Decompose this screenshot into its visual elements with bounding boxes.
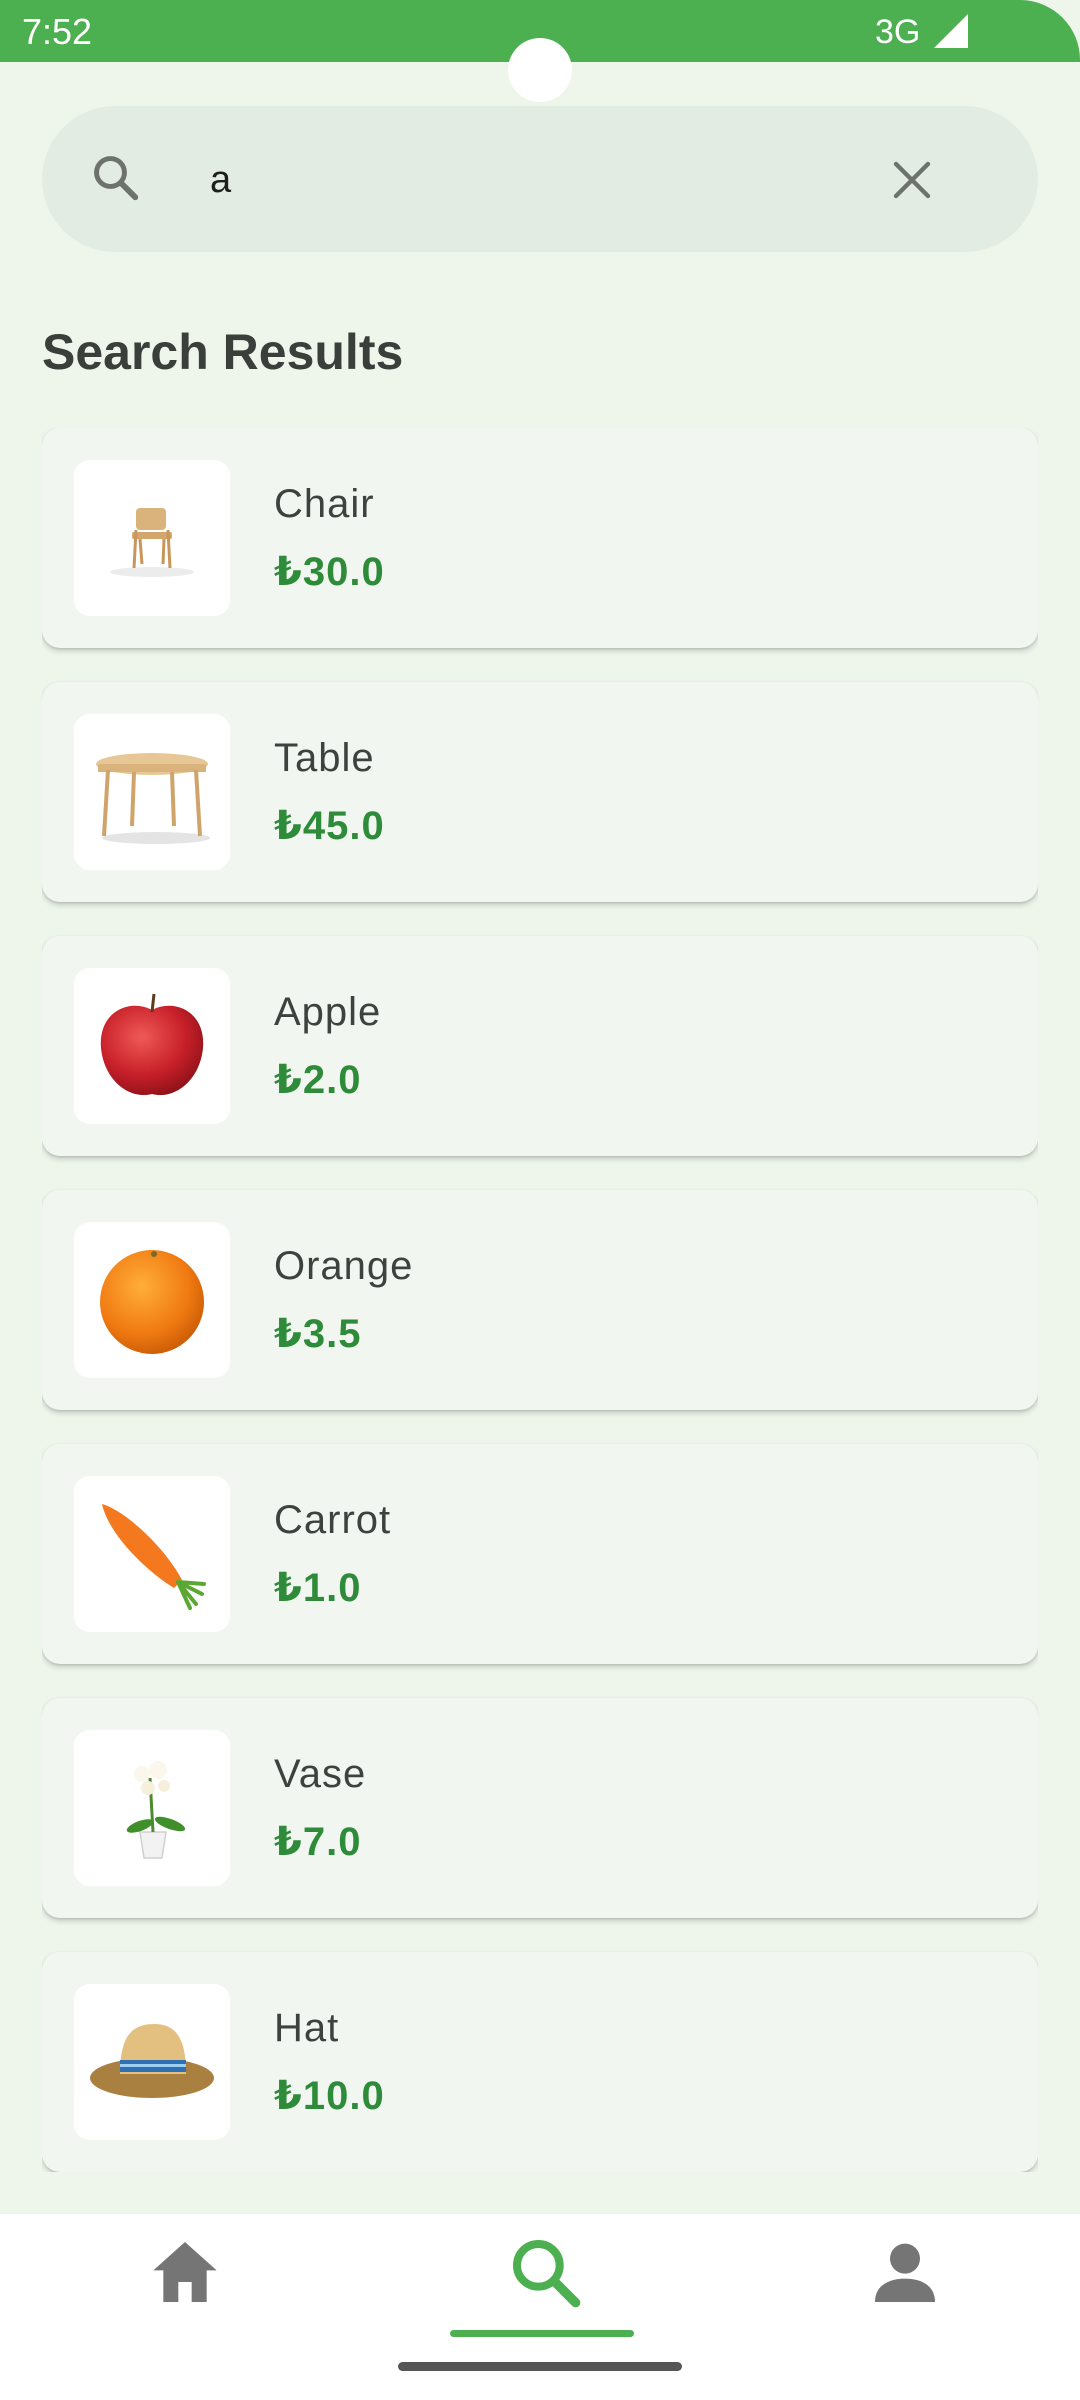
hat-image: [74, 1984, 230, 2140]
item-name: Vase: [274, 1752, 367, 1796]
item-name: Hat: [274, 2006, 340, 2050]
search-input[interactable]: [210, 140, 850, 220]
item-price: ₺10.0: [274, 2074, 385, 2118]
item-price: ₺30.0: [274, 550, 385, 594]
orange-image: [74, 1222, 230, 1378]
list-item[interactable]: Vase ₺7.0: [42, 1698, 1038, 1918]
item-name: Carrot: [274, 1498, 392, 1542]
status-time: 7:52: [22, 11, 93, 52]
item-name: Table: [274, 736, 375, 780]
network-type: 3G: [875, 13, 921, 51]
home-icon[interactable]: [145, 2232, 225, 2312]
item-name: Chair: [274, 482, 375, 526]
apple-image: [74, 968, 230, 1124]
list-item[interactable]: Orange ₺3.5: [42, 1190, 1038, 1410]
person-icon[interactable]: [865, 2232, 945, 2312]
list-item[interactable]: Apple ₺2.0: [42, 936, 1038, 1156]
nav-item-search[interactable]: [360, 2214, 720, 2337]
bottom-navigation: [0, 2214, 1080, 2400]
item-price: ₺45.0: [274, 804, 385, 848]
results-list[interactable]: Chair ₺30.0 Table ₺45.0 Apple ₺2.0 Orang…: [42, 428, 1038, 2172]
item-name: Apple: [274, 990, 382, 1034]
nav-item-home[interactable]: [0, 2214, 360, 2334]
page-title: Search Results: [42, 324, 404, 380]
gesture-bar[interactable]: [398, 2362, 682, 2371]
item-price: ₺7.0: [274, 1820, 362, 1864]
list-item[interactable]: Chair ₺30.0: [42, 428, 1038, 648]
list-item[interactable]: Table ₺45.0: [42, 682, 1038, 902]
carrot-image: [74, 1476, 230, 1632]
search-icon[interactable]: [505, 2232, 585, 2312]
signal-icon: [934, 14, 968, 48]
active-tab-indicator: [450, 2330, 634, 2337]
camera-cutout: [508, 38, 572, 102]
item-name: Orange: [274, 1244, 414, 1288]
search-icon[interactable]: [88, 150, 142, 204]
vase-image: [74, 1730, 230, 1886]
item-price: ₺2.0: [274, 1058, 362, 1102]
item-price: ₺1.0: [274, 1566, 362, 1610]
list-item[interactable]: Hat ₺10.0: [42, 1952, 1038, 2172]
chair-image: [74, 460, 230, 616]
table-image: [74, 714, 230, 870]
close-icon[interactable]: [888, 156, 936, 204]
nav-item-profile[interactable]: [720, 2214, 1080, 2334]
item-price: ₺3.5: [274, 1312, 362, 1356]
list-item[interactable]: Carrot ₺1.0: [42, 1444, 1038, 1664]
